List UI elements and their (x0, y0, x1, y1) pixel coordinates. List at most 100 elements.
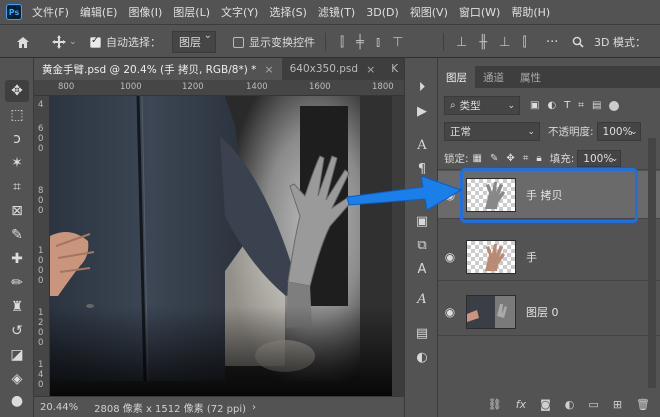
align-hcenter-icon[interactable]: ╪ (356, 35, 364, 50)
adjustment-layer-icon[interactable]: ◐ (565, 398, 575, 411)
character-styles-icon[interactable]: A (411, 258, 433, 280)
align-buttons-group: ⫿ ╪ ⫾ ⊤ (340, 25, 404, 59)
menu-help[interactable]: 帮助(H) (511, 4, 550, 20)
actions-icon[interactable]: ▶ (411, 100, 433, 122)
tab-document[interactable]: K (383, 58, 406, 80)
menu-filter[interactable]: 滤镜(T) (318, 4, 355, 20)
layer-style-icon[interactable]: fx (516, 398, 526, 411)
canvas-scrollbar[interactable] (392, 96, 404, 396)
chevron-down-icon: ⌄ (610, 153, 619, 164)
layer-mask-icon[interactable]: ◙ (540, 398, 551, 411)
layer-filter-value: 类型 (459, 100, 481, 112)
eye-icon[interactable]: ◉ (438, 250, 462, 264)
menu-3d[interactable]: 3D(D) (366, 6, 399, 19)
distribute-top-icon[interactable]: ⊥ (456, 35, 467, 50)
paint-bucket-tool-icon[interactable]: ◈ (5, 368, 29, 390)
lock-transparent-icon[interactable]: ▦ (473, 153, 482, 164)
tab-properties[interactable]: 属性 (512, 66, 549, 88)
close-icon[interactable]: × (264, 63, 273, 76)
filter-adjustment-icon[interactable]: ◐ (547, 100, 556, 111)
chevron-down-icon[interactable]: ⌄ (69, 37, 77, 47)
eye-icon[interactable]: ◉ (438, 305, 462, 319)
trash-icon[interactable]: 🗑︎ (636, 398, 650, 411)
crop-tool-icon[interactable]: ⌗ (5, 176, 29, 198)
move-icon[interactable]: ⌄ (52, 25, 77, 59)
filter-toggle-icon[interactable] (609, 100, 620, 111)
distribute-bottom-icon[interactable]: ⊥ (499, 35, 510, 50)
layer-name[interactable]: 手 (526, 249, 537, 265)
fill-input[interactable]: 100% ⌄ (577, 150, 622, 167)
align-left-icon[interactable]: ⫿ (340, 35, 344, 50)
blend-mode-dropdown[interactable]: 正常 ⌄ (444, 122, 540, 141)
glyphs-icon[interactable]: A (411, 288, 433, 310)
character-icon[interactable]: A (411, 134, 433, 156)
checkbox-unchecked-icon[interactable] (233, 36, 244, 48)
brush-tool-icon[interactable]: ✏ (5, 272, 29, 294)
search-icon[interactable] (572, 25, 584, 59)
move-tool-icon[interactable]: ✥ (5, 80, 29, 102)
show-transform-checkbox[interactable]: 显示变换控件 (233, 25, 315, 59)
layer-name[interactable]: 图层 0 (526, 304, 559, 320)
filter-smart-object-icon[interactable]: ▤ (592, 100, 601, 111)
menu-view[interactable]: 视图(V) (410, 4, 448, 20)
layer-row-layer0[interactable]: ◉ 图层 0 (438, 288, 660, 336)
menu-edit[interactable]: 编辑(E) (80, 4, 118, 20)
history-brush-tool-icon[interactable]: ↺ (5, 320, 29, 342)
align-right-icon[interactable]: ⫾ (376, 35, 380, 50)
marquee-tool-icon[interactable]: ⬚ (5, 104, 29, 126)
tab-channels[interactable]: 通道 (475, 66, 512, 88)
more-options-icon[interactable]: ··· (546, 25, 558, 59)
lock-image-icon[interactable]: ✎ (490, 153, 498, 164)
ruler-tick-label: 4 (38, 100, 44, 110)
blur-tool-icon[interactable]: ● (5, 390, 29, 412)
auto-select-checkbox[interactable]: 自动选择： (90, 25, 161, 59)
healing-brush-tool-icon[interactable]: ✚ (5, 248, 29, 270)
frame-tool-icon[interactable]: ⊠ (5, 200, 29, 222)
menu-image[interactable]: 图像(I) (128, 4, 162, 20)
tab-label: K (391, 63, 399, 75)
lock-artboard-icon[interactable]: ⌗ (523, 153, 529, 164)
filter-type-icon[interactable]: T (564, 100, 570, 111)
history-icon[interactable]: ⏵ (411, 76, 433, 98)
clone-stamp-tool-icon[interactable]: ♜ (5, 296, 29, 318)
auto-select-target-dropdown[interactable]: 图层 (172, 25, 216, 59)
document-canvas[interactable] (50, 96, 404, 396)
adjustments-icon[interactable]: ◐ (411, 346, 433, 368)
menu-file[interactable]: 文件(F) (32, 4, 69, 20)
auto-select-target-value[interactable]: 图层 (172, 30, 216, 53)
distribute-vcenter-icon[interactable]: ╫ (479, 35, 487, 50)
layer-filter-dropdown[interactable]: ⌕ 类型 ⌄ (444, 96, 520, 115)
lock-position-icon[interactable]: ✥ (506, 153, 514, 164)
layer-row-hand[interactable]: ◉ 手 (438, 233, 660, 281)
clone-source-icon[interactable]: ⧉ (411, 234, 433, 256)
eyedropper-tool-icon[interactable]: ✎ (5, 224, 29, 246)
group-icon[interactable]: ▭ (588, 398, 598, 411)
close-icon[interactable]: × (366, 63, 375, 76)
link-layers-icon[interactable]: ⛓ (488, 398, 502, 411)
lock-all-icon[interactable]: 🔒︎ (536, 153, 541, 164)
distribute-left-icon[interactable]: ⫿ (522, 35, 526, 50)
lasso-tool-icon[interactable]: ↄ (5, 128, 29, 150)
filter-pixel-icon[interactable]: ▣ (530, 100, 539, 111)
ruler-tick-label: 0 (38, 196, 44, 206)
opacity-input[interactable]: 100% ⌄ (596, 122, 641, 141)
menu-type[interactable]: 文字(Y) (221, 4, 258, 20)
layer-filter-row: ⌕ 类型 ⌄ ▣ ◐ T ⌗ ▤ (438, 96, 660, 115)
menu-layer[interactable]: 图层(L) (173, 4, 210, 20)
tab-document[interactable]: 640x350.psd × (282, 58, 384, 80)
new-layer-icon[interactable]: ⊞ (613, 398, 622, 411)
menu-window[interactable]: 窗口(W) (459, 4, 500, 20)
magic-wand-tool-icon[interactable]: ✶ (5, 152, 29, 174)
home-icon[interactable] (16, 25, 30, 59)
tab-document-active[interactable]: 黄金手臂.psd @ 20.4% (手 拷贝, RGB/8*) * × (34, 58, 282, 80)
align-top-icon[interactable]: ⊤ (392, 35, 403, 50)
eraser-tool-icon[interactable]: ◪ (5, 344, 29, 366)
filter-shape-icon[interactable]: ⌗ (578, 100, 584, 111)
properties-icon[interactable]: ▤ (411, 322, 433, 344)
checkbox-checked-icon[interactable] (90, 35, 101, 48)
menu-select[interactable]: 选择(S) (269, 4, 307, 20)
layers-scrollbar[interactable] (648, 138, 656, 388)
chevron-right-icon[interactable]: › (252, 402, 256, 413)
tab-layers[interactable]: 图层 (438, 66, 475, 88)
zoom-level[interactable]: 20.44% (40, 402, 78, 413)
